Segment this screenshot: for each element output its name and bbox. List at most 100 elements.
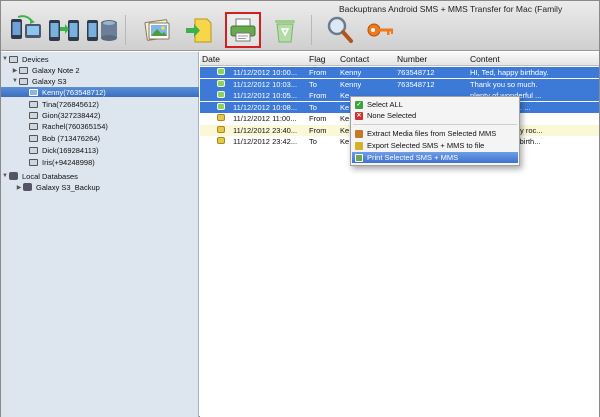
cell-number: 763548712: [397, 68, 435, 77]
message-icon: [217, 125, 225, 133]
tree-database-galaxy-s3-backup[interactable]: ▶ Galaxy S3_Backup: [1, 182, 199, 192]
cell-flag: From: [309, 68, 327, 77]
tree-contact-kenny[interactable]: Kenny(763548712): [1, 87, 199, 97]
tree-contact-gion[interactable]: Gion(327238442): [1, 110, 199, 120]
register-button[interactable]: [362, 12, 398, 48]
contact-card-icon: [29, 122, 38, 130]
menu-item-label: Select ALL: [367, 100, 403, 109]
column-header-date[interactable]: Date: [202, 54, 220, 64]
disclosure-triangle-icon[interactable]: ▼: [11, 78, 19, 84]
tree-database-label: Galaxy S3_Backup: [36, 182, 100, 192]
tree-contact-bob[interactable]: Bob (713476264): [1, 133, 199, 143]
cell-date: 11/12/2012 11:00...: [233, 114, 297, 123]
cell-content: HI, Ted, happy birthday.: [470, 68, 549, 77]
tree-device-label: Galaxy S3: [32, 76, 67, 86]
phone-database-icon: [87, 20, 117, 41]
cell-flag: From: [309, 125, 327, 135]
menu-item-none-selected[interactable]: ✕ None Selected: [352, 110, 518, 121]
photo-album-button[interactable]: [140, 12, 176, 48]
tree-contact-tina[interactable]: Tina(726845612): [1, 99, 199, 109]
tree-device-galaxy-s3[interactable]: ▼ Galaxy S3: [1, 76, 199, 86]
menu-item-extract-media[interactable]: Extract Media files from Selected MMS: [352, 128, 518, 139]
disclosure-triangle-icon[interactable]: ▶: [15, 184, 23, 191]
cell-flag: To: [309, 102, 317, 112]
transfer-to-computer-button[interactable]: [8, 12, 44, 48]
database-icon: [23, 183, 32, 191]
cell-date: 11/12/2012 10:05...: [233, 91, 298, 100]
tree-group-devices[interactable]: ▼ Devices: [1, 54, 199, 64]
phone-icon: [19, 66, 28, 74]
cell-flag: From: [309, 91, 327, 100]
backup-database-button[interactable]: [84, 12, 120, 48]
export-button[interactable]: [181, 12, 217, 48]
devices-icon: [9, 55, 18, 63]
menu-item-print[interactable]: Print Selected SMS + MMS: [352, 152, 518, 163]
search-icon: [327, 16, 353, 43]
cell-contact: Ke: [340, 125, 350, 135]
tree-contact-dick[interactable]: Dick(169284113): [1, 145, 199, 155]
export-file-icon: [186, 18, 212, 43]
column-header-flag[interactable]: Flag: [309, 54, 326, 64]
menu-item-label: None Selected: [367, 111, 417, 120]
disclosure-triangle-icon[interactable]: ▼: [1, 56, 9, 62]
cell-contact: Ke: [340, 91, 350, 100]
tree-contact-label: Gion(327238442): [42, 110, 101, 120]
message-icon: [217, 79, 225, 87]
column-header-number[interactable]: Number: [397, 54, 427, 64]
tree-contact-iris[interactable]: Iris(+94248998): [1, 157, 199, 167]
cell-contact: Kenny: [340, 68, 362, 77]
cell-number: 763548712: [397, 79, 435, 89]
cell-date: 11/12/2012 10:08...: [233, 102, 298, 112]
tree-contact-label: Kenny(763548712): [42, 87, 106, 97]
table-row[interactable]: 11/12/2012 10:03... To Kenny 763548712 Thank…: [200, 78, 599, 90]
menu-separator: [353, 124, 517, 125]
menu-item-label: Export Selected SMS + MMS to file: [367, 141, 485, 150]
media-extract-icon: [355, 129, 363, 138]
tree-group-local-databases[interactable]: ▼ Local Databases: [1, 171, 199, 181]
tree-device-galaxy-note-2[interactable]: ▶ Galaxy Note 2: [1, 65, 199, 75]
context-menu: ✓ Select ALL ✕ None Selected Extract Med…: [350, 96, 520, 166]
x-mark-icon: ✕: [355, 111, 363, 120]
checkmark-icon: ✓: [355, 100, 363, 109]
tree-contact-label: Tina(726845612): [42, 99, 99, 109]
cell-date: 11/12/2012 23:40...: [233, 125, 298, 135]
table-row[interactable]: 11/12/2012 10:00... From Kenny 763548712 HI,…: [200, 67, 599, 78]
message-icon: [217, 114, 225, 121]
contact-card-icon: [29, 111, 38, 119]
message-icon: [217, 137, 225, 144]
list-header: Date Flag Contact Number Content: [200, 52, 599, 66]
phone-to-phone-button[interactable]: [46, 12, 82, 48]
menu-item-select-all[interactable]: ✓ Select ALL: [352, 99, 518, 110]
database-icon: [9, 172, 18, 180]
tree-contact-label: Iris(+94248998): [42, 157, 95, 167]
contact-card-icon: [29, 146, 38, 154]
disclosure-triangle-icon[interactable]: ▶: [11, 67, 19, 74]
cell-date: 11/12/2012 10:00...: [233, 68, 298, 77]
column-header-content[interactable]: Content: [470, 54, 500, 64]
cell-flag: To: [309, 137, 317, 146]
column-header-contact[interactable]: Contact: [340, 54, 369, 64]
printer-icon: [355, 153, 363, 162]
export-icon: [355, 141, 363, 150]
toolbar: Backuptrans Android SMS + MMS Transfer f…: [1, 1, 599, 51]
tree-group-label: Devices: [22, 54, 49, 64]
message-icon: [217, 68, 225, 75]
cell-date: 11/12/2012 23:42...: [233, 137, 298, 146]
contact-card-icon: [29, 158, 38, 166]
print-button[interactable]: [225, 12, 261, 48]
cell-flag: To: [309, 79, 317, 89]
disclosure-triangle-icon[interactable]: ▼: [1, 173, 9, 179]
tree-contact-rachel[interactable]: Rachel(760365154): [1, 121, 199, 131]
cell-content: Thank you so much.: [470, 79, 538, 89]
register-key-icon: [367, 23, 393, 37]
cell-contact: Ke: [340, 114, 350, 123]
phone-icon: [19, 77, 28, 85]
tree-contact-label: Rachel(760365154): [42, 121, 108, 131]
printer-icon: [230, 18, 256, 42]
delete-button[interactable]: [267, 12, 303, 48]
toolbar-separator: [311, 15, 312, 45]
cell-contact: Ke: [340, 102, 350, 112]
menu-item-export[interactable]: Export Selected SMS + MMS to file: [352, 140, 518, 151]
search-button[interactable]: [322, 12, 358, 48]
phone-to-phone-icon: [49, 20, 79, 41]
